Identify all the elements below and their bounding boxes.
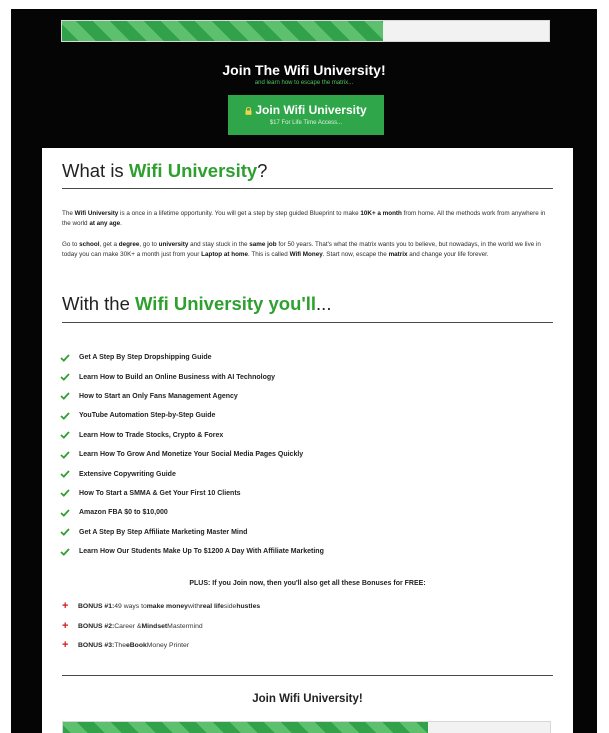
check-icon	[60, 392, 70, 401]
page-frame: Join The Wifi University! and learn how …	[11, 9, 597, 733]
heading-accent: Wifi University you'll	[135, 293, 317, 314]
bonus-item: + BONUS #3: The eBook Money Printer	[62, 639, 190, 652]
check-icon	[60, 451, 70, 459]
bottom-progress-bar	[62, 721, 551, 733]
feature-item: Learn How to Build an Online Business wi…	[60, 367, 540, 386]
check-icon	[60, 528, 70, 537]
section-heading-what-is: What is Wifi University?	[62, 160, 267, 182]
feature-item: Learn How Our Students Make Up To $1200 …	[60, 542, 540, 561]
header-subtitle: and learn how to escape the matrix...	[254, 80, 354, 86]
matrix-paragraph: Go to school, get a degree, go to univer…	[62, 241, 541, 258]
feature-item: YouTube Automation Step-by-Step Guide	[60, 406, 540, 425]
top-progress-fill	[62, 21, 384, 41]
plus-icon: +	[62, 600, 69, 613]
header-title: Join The Wifi University!	[222, 62, 386, 78]
section-heading-benefits: With the Wifi University you'll...	[62, 293, 331, 315]
join-button-label: Join Wifi University	[255, 103, 367, 117]
footer-title: Join Wifi University!	[252, 693, 363, 705]
bonus-item: + BONUS #2: Career & Mindset Mastermind	[62, 619, 203, 632]
heading-prefix: With the	[62, 293, 135, 314]
section-divider	[62, 322, 553, 323]
check-icon	[60, 412, 70, 420]
feature-item: Get A Step By Step Dropshipping Guide	[60, 348, 540, 367]
footer-divider	[62, 675, 553, 676]
feature-item: How To Start a SMMA & Get Your First 10 …	[60, 484, 540, 503]
join-button-sublabel: $17 For Life Time Access...	[269, 120, 343, 126]
heading-suffix: ?	[257, 160, 268, 181]
join-button-label-row: Join Wifi University	[228, 103, 384, 117]
content-card: What is Wifi University? The Wifi Univer…	[42, 148, 573, 733]
heading-accent: Wifi University	[128, 160, 258, 181]
check-icon	[60, 509, 70, 517]
check-icon	[60, 547, 70, 556]
plus-icon: +	[62, 639, 69, 652]
check-icon	[60, 354, 70, 362]
check-icon	[60, 431, 70, 440]
bonus-list: + BONUS #1: 49 ways to make money with re…	[62, 597, 260, 656]
lock-icon	[245, 107, 252, 115]
check-icon	[60, 470, 70, 478]
bonus-intro-note: PLUS: If you Join now, then you'll also …	[189, 580, 426, 587]
feature-item: Get A Step By Step Affiliate Marketing M…	[60, 523, 540, 542]
bonus-item: + BONUS #1: 49 ways to make money with re…	[62, 600, 261, 613]
feature-item: How to Start an Only Fans Management Age…	[60, 387, 540, 406]
heading-suffix: ...	[316, 293, 332, 314]
intro-paragraph: The Wifi University is a once in a lifet…	[62, 210, 546, 227]
feature-item: Learn How to Trade Stocks, Crypto & Fore…	[60, 426, 540, 445]
join-button[interactable]: Join Wifi University $17 For Life Time A…	[228, 95, 384, 135]
bottom-progress-fill	[63, 722, 429, 733]
check-icon	[60, 373, 70, 381]
section-divider	[62, 188, 553, 189]
top-progress-bar	[61, 20, 550, 42]
feature-item: Amazon FBA $0 to $10,000	[60, 503, 540, 522]
heading-prefix: What is	[62, 160, 129, 181]
feature-item: Learn How To Grow And Monetize Your Soci…	[60, 445, 540, 464]
plus-icon: +	[62, 619, 69, 632]
feature-list: Get A Step By Step Dropshipping Guide Le…	[60, 348, 540, 561]
feature-item: Extensive Copywriting Guide	[60, 464, 540, 483]
check-icon	[60, 489, 70, 498]
